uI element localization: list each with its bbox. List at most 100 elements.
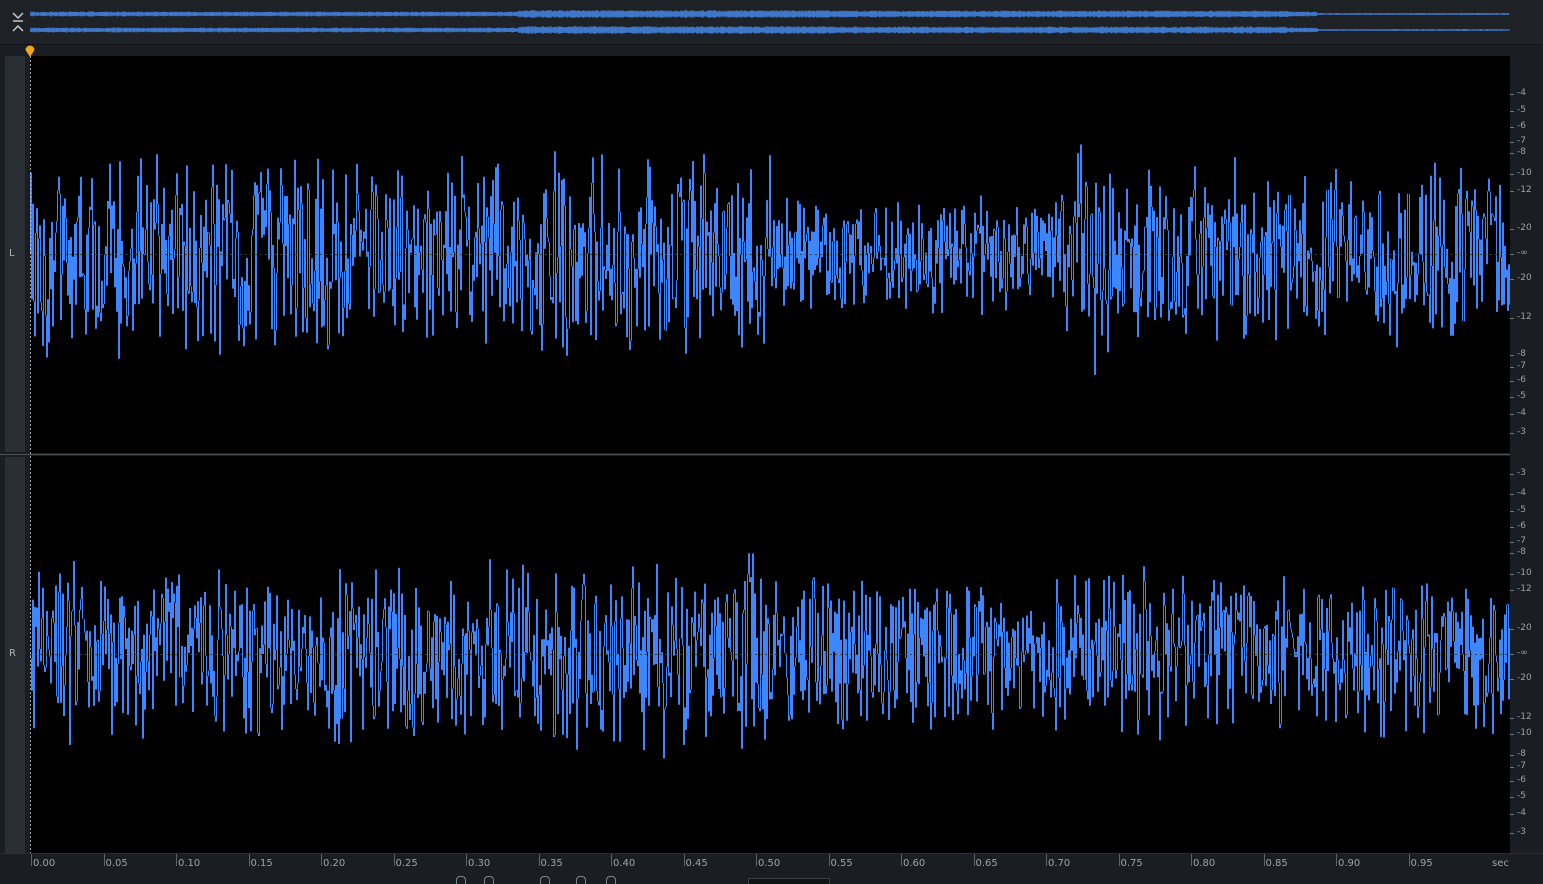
db-tick: -12 xyxy=(1510,584,1543,594)
time-tick xyxy=(176,854,177,866)
time-tick-label: 0.30 xyxy=(468,858,491,869)
time-tick-label: 0.85 xyxy=(1265,858,1288,869)
time-tick-label: 0.15 xyxy=(250,858,273,869)
db-tick-label: -12 xyxy=(1517,712,1532,722)
waveform-path xyxy=(30,553,1510,759)
channel-label-left: L xyxy=(9,248,15,259)
time-tick xyxy=(1191,854,1192,866)
db-tick-label: -5 xyxy=(1517,391,1526,401)
overview-channel-left xyxy=(30,10,1510,18)
overview-bar[interactable] xyxy=(0,0,1543,45)
time-tick-label: 0.35 xyxy=(540,858,563,869)
db-tick: -4 xyxy=(1510,808,1543,818)
db-scale-right: -3 -4 -5 -6 -7 -8 -10 -12 -20 -∞ -20 -12 -10 -8 -7 -6 -5… xyxy=(1510,456,1543,853)
db-tick: -20 xyxy=(1510,223,1543,233)
time-tick xyxy=(611,854,612,866)
db-tick: -10 xyxy=(1510,168,1543,178)
db-tick: -8 xyxy=(1510,547,1543,557)
time-tick xyxy=(973,854,975,866)
db-tick: -3 xyxy=(1510,827,1543,837)
db-tick: -12 xyxy=(1510,185,1543,195)
time-tick xyxy=(901,854,902,866)
time-tick-label: 0.90 xyxy=(1338,858,1361,869)
time-tick xyxy=(466,854,467,866)
channel-divider[interactable] xyxy=(0,454,1510,455)
waveform-left-channel[interactable] xyxy=(30,56,1510,453)
db-tick-label: -7 xyxy=(1517,136,1526,146)
db-tick: -3 xyxy=(1510,427,1543,437)
db-tick-label: -20 xyxy=(1517,673,1532,683)
db-tick-label: -8 xyxy=(1517,547,1526,557)
db-tick: -8 xyxy=(1510,147,1543,157)
time-tick xyxy=(1408,854,1410,866)
time-unit-label: sec xyxy=(1492,858,1509,869)
db-tick: -∞ xyxy=(1510,248,1543,258)
time-tick xyxy=(103,854,105,866)
db-tick-label: -3 xyxy=(1517,827,1526,837)
db-tick-label: -7 xyxy=(1517,536,1526,546)
waveform-right-channel[interactable] xyxy=(30,456,1510,853)
db-tick: -3 xyxy=(1510,468,1543,478)
time-display-field[interactable] xyxy=(748,878,830,884)
db-tick: -6 xyxy=(1510,121,1543,131)
time-tick xyxy=(683,854,685,866)
overview-channel-right xyxy=(30,26,1510,34)
db-tick-label: -10 xyxy=(1517,728,1532,738)
db-tick-label: -12 xyxy=(1517,185,1532,195)
db-tick: -∞ xyxy=(1510,648,1543,658)
db-tick: -7 xyxy=(1510,361,1543,371)
db-tick: -5 xyxy=(1510,105,1543,115)
db-tick: -10 xyxy=(1510,568,1543,578)
time-tick-label: 0.45 xyxy=(685,858,708,869)
time-tick xyxy=(393,854,395,866)
time-tick-label: 0.25 xyxy=(395,858,418,869)
db-tick-label: -8 xyxy=(1517,349,1526,359)
time-ruler[interactable]: sec 0.00 0.05 0.10 0.15 0.20 0.25 0.30 0.35 0.40… xyxy=(0,853,1543,872)
time-tick-label: 0.20 xyxy=(323,858,346,869)
db-tick-label: -20 xyxy=(1517,273,1532,283)
db-tick: -12 xyxy=(1510,712,1543,722)
db-tick: -5 xyxy=(1510,791,1543,801)
db-tick: -6 xyxy=(1510,521,1543,531)
db-tick-label: -6 xyxy=(1517,521,1526,531)
db-tick-label: -3 xyxy=(1517,468,1526,478)
time-tick xyxy=(1046,854,1047,866)
time-tick xyxy=(538,854,540,866)
time-tick xyxy=(828,854,830,866)
db-tick-label: -8 xyxy=(1517,749,1526,759)
db-tick-label: -6 xyxy=(1517,775,1526,785)
time-tick-label: 0.05 xyxy=(105,858,128,869)
db-tick-label: -3 xyxy=(1517,427,1526,437)
time-tick-label: 0.75 xyxy=(1120,858,1143,869)
time-tick-label: 0.70 xyxy=(1048,858,1071,869)
time-tick xyxy=(1118,854,1120,866)
time-tick xyxy=(248,854,250,866)
time-tick-label: 0.50 xyxy=(758,858,781,869)
collapse-chevrons-icon[interactable] xyxy=(8,8,28,38)
waveform-path xyxy=(30,144,1510,375)
db-tick-label: -20 xyxy=(1517,223,1532,233)
db-tick-label: -5 xyxy=(1517,505,1526,515)
db-tick: -8 xyxy=(1510,349,1543,359)
time-tick-label: 0.80 xyxy=(1193,858,1216,869)
overview-waveform[interactable] xyxy=(30,4,1510,40)
time-tick xyxy=(321,854,322,866)
db-tick: -7 xyxy=(1510,761,1543,771)
time-tick-label: 0.55 xyxy=(830,858,853,869)
db-tick-label: -12 xyxy=(1517,312,1532,322)
db-tick-label: -∞ xyxy=(1517,248,1528,258)
db-tick-label: -10 xyxy=(1517,568,1532,578)
db-tick-label: -8 xyxy=(1517,147,1526,157)
time-tick xyxy=(1336,854,1337,866)
db-tick: -20 xyxy=(1510,673,1543,683)
db-tick: -4 xyxy=(1510,88,1543,98)
db-tick: -10 xyxy=(1510,728,1543,738)
db-tick-label: -4 xyxy=(1517,408,1526,418)
db-tick: -8 xyxy=(1510,749,1543,759)
db-tick-label: -4 xyxy=(1517,808,1526,818)
channel-gutter-left[interactable] xyxy=(5,56,25,452)
time-tick-label: 0.00 xyxy=(33,858,56,869)
db-tick-label: -12 xyxy=(1517,584,1532,594)
db-tick-label: -6 xyxy=(1517,121,1526,131)
db-tick: -12 xyxy=(1510,312,1543,322)
